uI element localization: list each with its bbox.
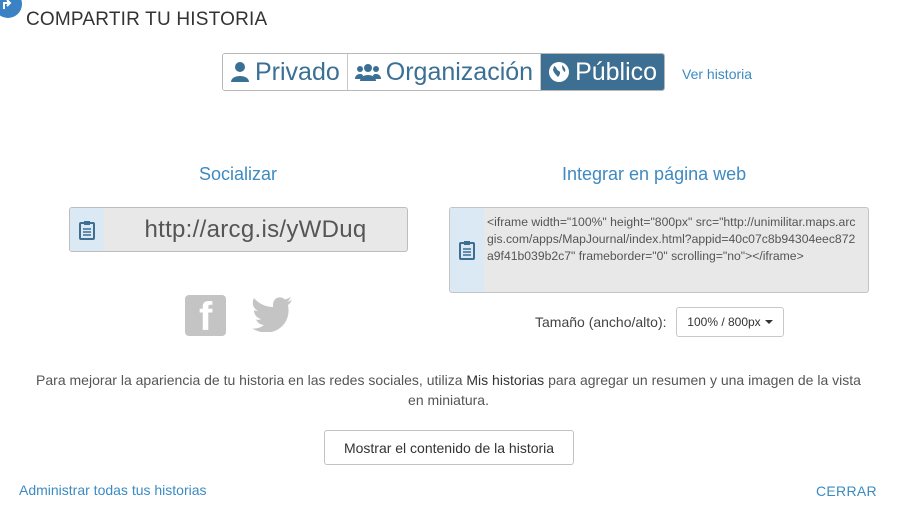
embed-code-box: <iframe width="100%" height="800px" src=… [449, 207, 869, 293]
embed-heading: Integrar en página web [562, 164, 747, 184]
caret-down-icon [764, 320, 773, 324]
copy-embed-button[interactable] [450, 208, 484, 292]
clipboard-icon [79, 220, 95, 240]
facebook-icon[interactable]: f [185, 295, 226, 339]
my-stories-link[interactable]: Mis historias [466, 372, 544, 388]
visibility-organization-button[interactable]: Organización [347, 54, 542, 90]
clipboard-icon [459, 241, 475, 260]
globe-icon [549, 62, 570, 82]
visibility-organization-label: Organización [385, 57, 534, 86]
social-heading: Socializar [199, 164, 278, 184]
manage-stories-link[interactable]: Administrar todas tus historias [19, 482, 207, 498]
short-url-box: http://arcg.is/yWDuq [69, 207, 408, 252]
visibility-private-button[interactable]: Privado [223, 54, 348, 90]
size-label: Tamaño (ancho/alto): [535, 314, 667, 330]
size-dropdown-value: 100% / 800px [687, 315, 761, 329]
show-story-content-button[interactable]: Mostrar el contenido de la historia [324, 430, 574, 465]
dialog-title: COMPARTIR TU HISTORIA [26, 9, 268, 30]
info-text-before: Para mejorar la apariencia de tu histori… [36, 372, 467, 388]
twitter-icon[interactable] [251, 296, 293, 337]
user-icon [231, 62, 249, 82]
visibility-public-label: Público [575, 57, 658, 86]
info-text: Para mejorar la apariencia de tu histori… [30, 370, 867, 410]
embed-code-text[interactable]: <iframe width="100%" height="800px" src=… [484, 208, 868, 292]
visibility-selector: Privado Organización Público [222, 53, 666, 91]
copy-url-button[interactable] [70, 208, 104, 251]
size-dropdown[interactable]: 100% / 800px [676, 307, 784, 337]
group-icon [354, 64, 381, 81]
short-url-text[interactable]: http://arcg.is/yWDuq [104, 208, 407, 251]
close-button[interactable]: CERRAR [816, 483, 877, 499]
share-icon [0, 0, 22, 18]
visibility-private-label: Privado [255, 57, 340, 86]
visibility-public-button[interactable]: Público [541, 54, 665, 90]
view-story-link[interactable]: Ver historia [682, 66, 752, 82]
